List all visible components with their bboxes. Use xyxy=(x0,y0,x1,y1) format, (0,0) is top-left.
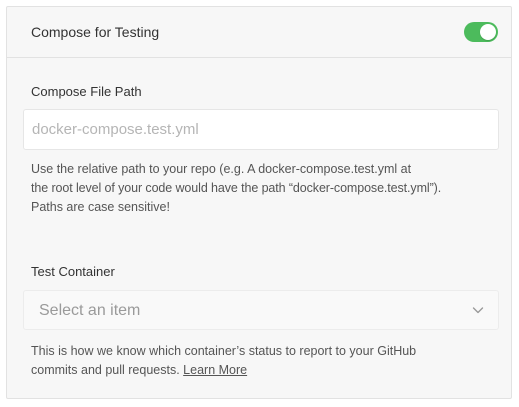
compose-file-path-label: Compose File Path xyxy=(31,84,142,99)
test-container-help-line: This is how we know which container’s st… xyxy=(31,344,417,358)
compose-file-help-text: Use the relative path to your repo (e.g.… xyxy=(31,160,499,217)
compose-file-help-line: Use the relative path to your repo (e.g.… xyxy=(31,162,412,176)
test-container-select[interactable]: Select an item xyxy=(23,290,499,330)
toggle-knob xyxy=(480,24,496,40)
test-container-selected-value: Select an item xyxy=(39,302,141,319)
panel-header: Compose for Testing xyxy=(7,7,511,58)
compose-testing-toggle[interactable] xyxy=(464,22,498,42)
panel-title: Compose for Testing xyxy=(31,24,160,40)
compose-settings-panel: Compose for Testing Compose File Path Us… xyxy=(6,6,512,399)
compose-file-path-input[interactable] xyxy=(23,109,499,150)
compose-file-help-line: the root level of your code would have t… xyxy=(31,181,442,195)
test-container-label: Test Container xyxy=(31,264,115,279)
learn-more-link[interactable]: Learn More xyxy=(183,363,247,377)
compose-file-help-line: Paths are case sensitive! xyxy=(31,200,170,214)
test-container-help-text: This is how we know which container’s st… xyxy=(31,342,499,380)
chevron-down-icon xyxy=(472,307,484,314)
test-container-help-prefix: commits and pull requests. xyxy=(31,363,180,377)
test-container-help-line: commits and pull requests. Learn More xyxy=(31,361,499,380)
